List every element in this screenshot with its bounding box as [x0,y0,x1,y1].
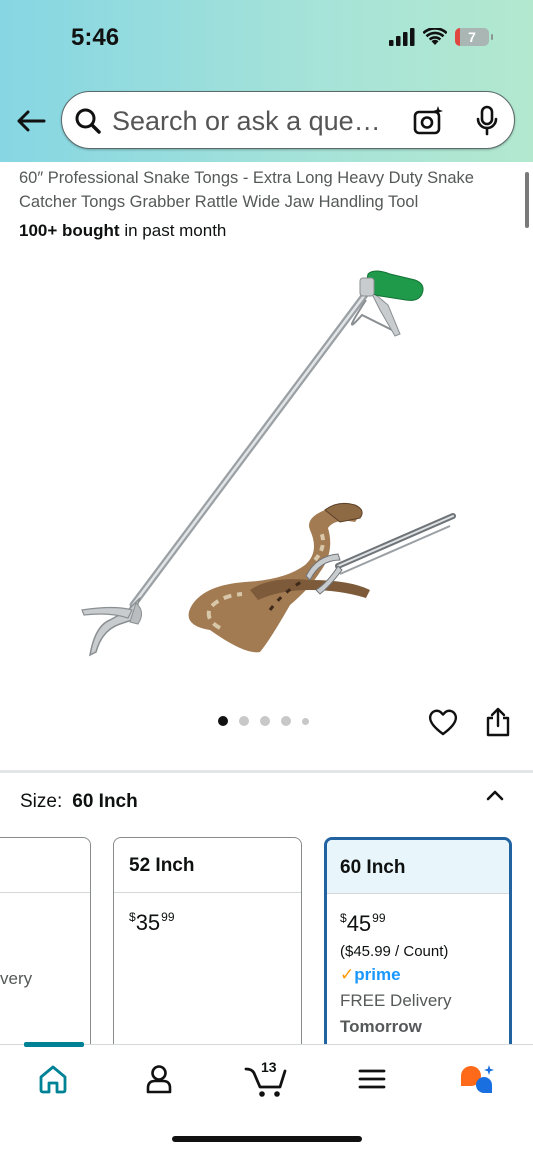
product-title[interactable]: 60″ Professional Snake Tongs - Extra Lon… [19,166,514,214]
price-currency: $ [340,911,347,925]
size-selected-value: 60 Inch [72,791,138,812]
heart-icon [428,709,458,736]
price-whole: 35 [135,910,161,935]
share-icon [486,707,510,737]
carousel-dot-5[interactable] [302,717,309,725]
size-label-text: Size: [20,791,63,812]
price-fraction: 99 [161,910,175,924]
active-tab-indicator [24,1042,84,1047]
tab-menu[interactable] [357,1063,387,1100]
share-button[interactable] [484,707,512,742]
microphone-icon[interactable] [473,105,501,137]
size-option-name: 60 Inch [327,840,509,894]
back-arrow-icon [17,110,46,132]
rufus-chat-icon [461,1065,494,1093]
size-selector-label: Size: 60 Inch [20,791,138,813]
size-option-name: 52 Inch [114,838,301,893]
cellular-signal-icon [389,28,415,46]
search-bar[interactable] [61,91,515,149]
price-whole: 45 [346,911,372,936]
home-icon [39,1065,67,1094]
size-option-price: $4599 [327,894,509,937]
carousel-dot-3[interactable] [260,716,270,726]
delivery-day: Tomorrow [340,1017,422,1036]
app-header: 5:46 7 [0,0,533,162]
unit-price: ($45.99 / Count) [340,943,449,960]
carousel-dot-1[interactable] [218,716,228,726]
menu-icon [358,1069,386,1089]
size-option-name [0,838,90,893]
cart-count: 13 [261,1059,277,1075]
bought-rest: in past month [119,221,227,240]
size-option-price: $3599 [114,893,301,936]
search-input[interactable] [110,104,414,138]
wifi-icon [423,28,447,45]
tab-cart[interactable]: 13 [244,1059,288,1104]
price-currency: $ [129,910,136,924]
bought-bold: 100+ bought [19,221,120,240]
scrollbar [525,172,529,228]
price-fraction: 99 [372,911,386,925]
prime-text: prime [354,965,401,984]
tab-account[interactable] [143,1063,175,1100]
battery-level: 7 [468,29,476,45]
size-option-card[interactable] [0,837,91,1067]
add-to-list-button[interactable] [428,708,458,741]
partial-delivery-text: very [0,969,33,988]
camera-sparkle-icon[interactable] [412,105,444,137]
prime-badge: ✓prime [327,965,509,985]
back-button[interactable] [14,104,48,138]
delivery-text: FREE Delivery [340,991,452,1010]
image-carousel-dots[interactable] [218,716,309,726]
bought-count: 100+ bought in past month [19,221,226,241]
size-option-card-selected[interactable]: 60 Inch $4599 ($45.99 / Count) ✓prime FR… [324,837,512,1067]
product-image[interactable] [70,260,470,680]
home-indicator [172,1136,362,1142]
prime-check-icon: ✓ [340,965,355,984]
size-option-card[interactable]: 52 Inch $3599 [113,837,302,1067]
tab-rufus[interactable] [458,1063,498,1104]
chevron-up-icon[interactable] [485,786,505,804]
status-icons: 7 [389,28,493,46]
carousel-dot-2[interactable] [239,716,249,726]
tab-home[interactable] [37,1063,69,1100]
battery-icon: 7 [455,28,493,46]
carousel-dot-4[interactable] [281,716,291,726]
section-divider [0,770,533,773]
status-time: 5:46 [71,24,120,51]
account-icon [146,1065,172,1094]
search-icon [75,108,101,134]
